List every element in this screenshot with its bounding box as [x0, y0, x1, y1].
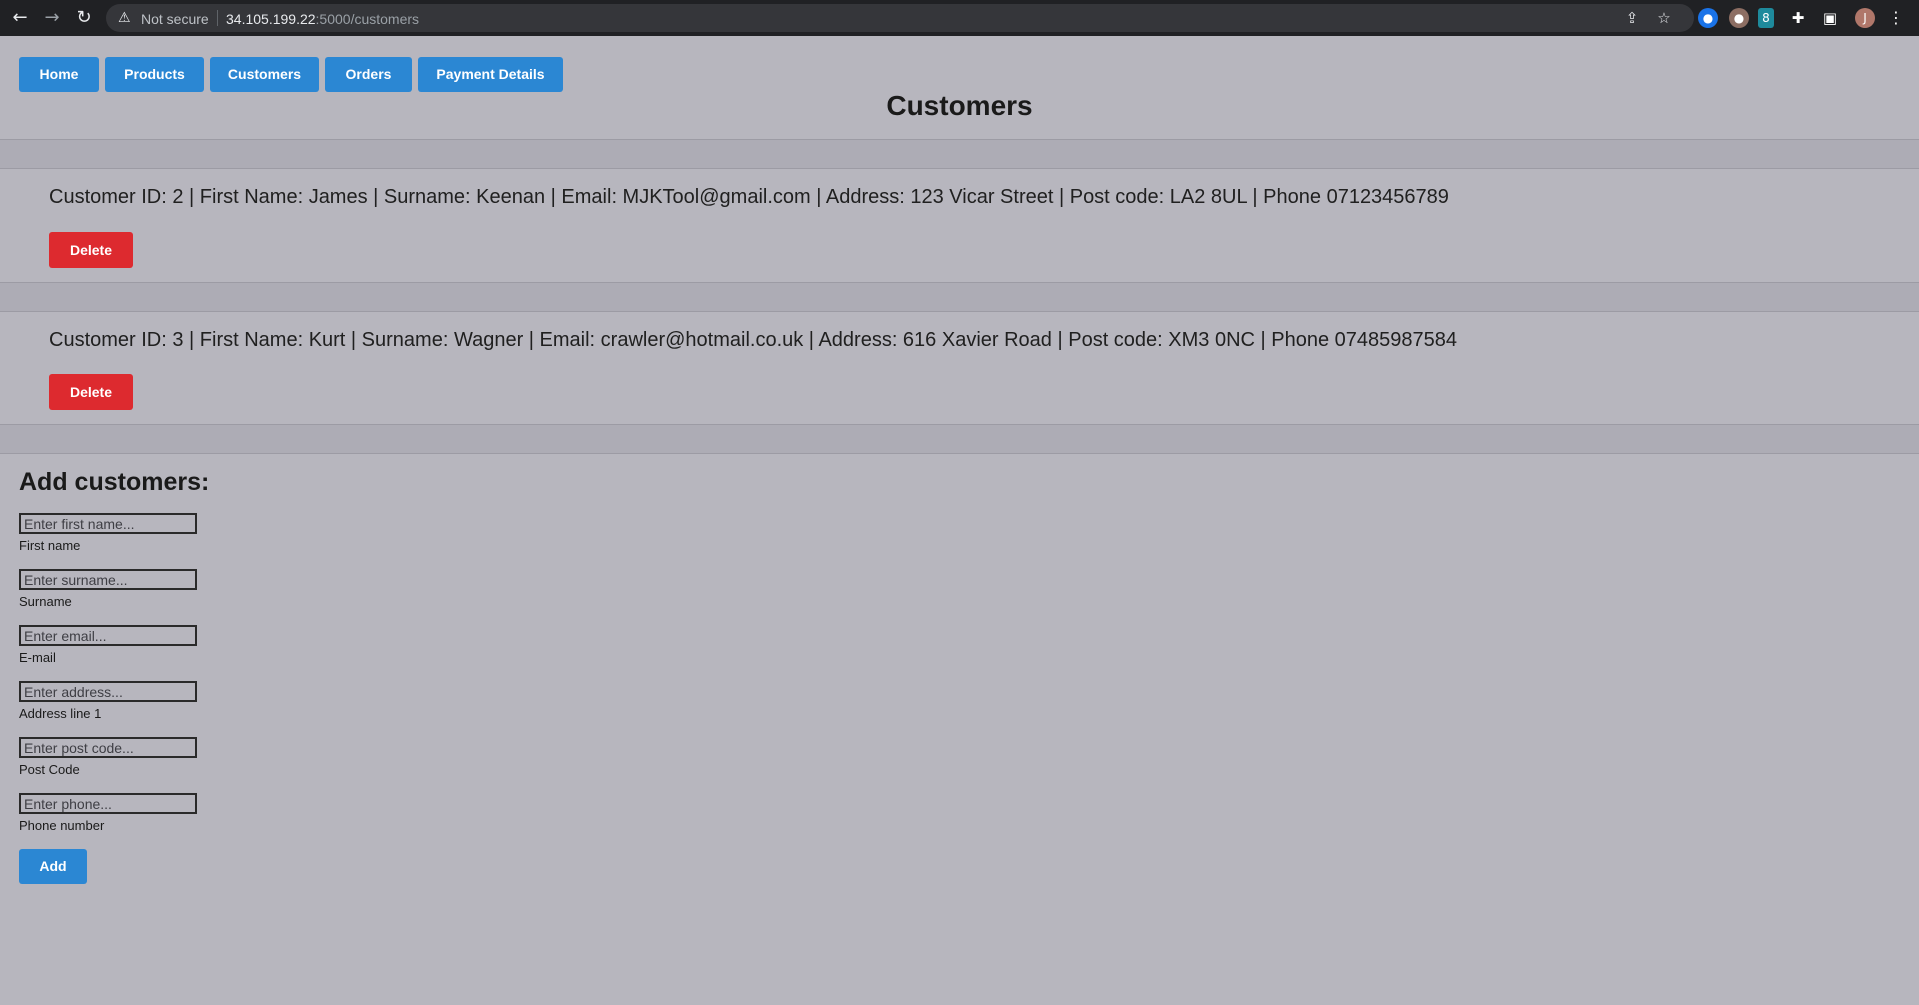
add-customers-heading: Add customers:	[19, 468, 210, 496]
address-label: Address line 1	[19, 706, 102, 721]
browser-toolbar: ← → ↻ ⚠ Not secure 34.105.199.22:5000/cu…	[0, 0, 1919, 36]
url-text: 34.105.199.22:5000/customers	[226, 11, 419, 27]
first-name-input[interactable]	[19, 513, 197, 534]
divider-band	[0, 424, 1919, 454]
surname-input[interactable]	[19, 569, 197, 590]
nav-home-button[interactable]: Home	[19, 57, 99, 92]
first-name-label: First name	[19, 538, 81, 553]
nav-orders-button[interactable]: Orders	[325, 57, 412, 92]
puzzle-icon[interactable]: ✚	[1788, 8, 1808, 28]
reload-icon[interactable]: ↻	[72, 6, 96, 30]
extension-icon[interactable]: ●	[1729, 8, 1749, 28]
customer-record: Customer ID: 2 | First Name: James | Sur…	[49, 186, 1449, 208]
post-code-input[interactable]	[19, 737, 197, 758]
divider-band	[0, 282, 1919, 312]
post-code-label: Post Code	[19, 762, 80, 777]
email-input[interactable]	[19, 625, 197, 646]
forward-arrow-icon[interactable]: →	[40, 6, 64, 30]
address-input[interactable]	[19, 681, 197, 702]
customer-record: Customer ID: 3 | First Name: Kurt | Surn…	[49, 329, 1458, 351]
email-label: E-mail	[19, 650, 56, 665]
delete-customer-button[interactable]: Delete	[49, 232, 133, 268]
star-icon[interactable]: ☆	[1654, 8, 1674, 28]
extension-icon[interactable]: 8	[1758, 8, 1774, 28]
avatar[interactable]: J	[1855, 8, 1875, 28]
url-host: 34.105.199.22	[226, 11, 316, 27]
delete-customer-button[interactable]: Delete	[49, 374, 133, 410]
warning-icon: ⚠	[118, 10, 131, 26]
url-path: :5000/customers	[315, 11, 420, 27]
nav-customers-button[interactable]: Customers	[210, 57, 319, 92]
phone-label: Phone number	[19, 818, 105, 833]
security-label: Not secure	[141, 11, 209, 27]
address-bar[interactable]: ⚠ Not secure 34.105.199.22:5000/customer…	[106, 4, 1694, 32]
nav-payment-details-button[interactable]: Payment Details	[418, 57, 563, 92]
divider-band	[0, 139, 1919, 169]
back-arrow-icon[interactable]: ←	[8, 6, 32, 30]
menu-icon[interactable]: ⋮	[1886, 8, 1906, 28]
surname-label: Surname	[19, 594, 72, 609]
sidebar-icon[interactable]: ▣	[1820, 8, 1840, 28]
nav-products-button[interactable]: Products	[105, 57, 204, 92]
extension-icon[interactable]: ●	[1698, 8, 1718, 28]
page-title: Customers	[886, 90, 1033, 121]
divider	[217, 10, 218, 26]
share-icon[interactable]: ⇪	[1622, 8, 1642, 28]
phone-input[interactable]	[19, 793, 197, 814]
add-customer-button[interactable]: Add	[19, 849, 87, 884]
